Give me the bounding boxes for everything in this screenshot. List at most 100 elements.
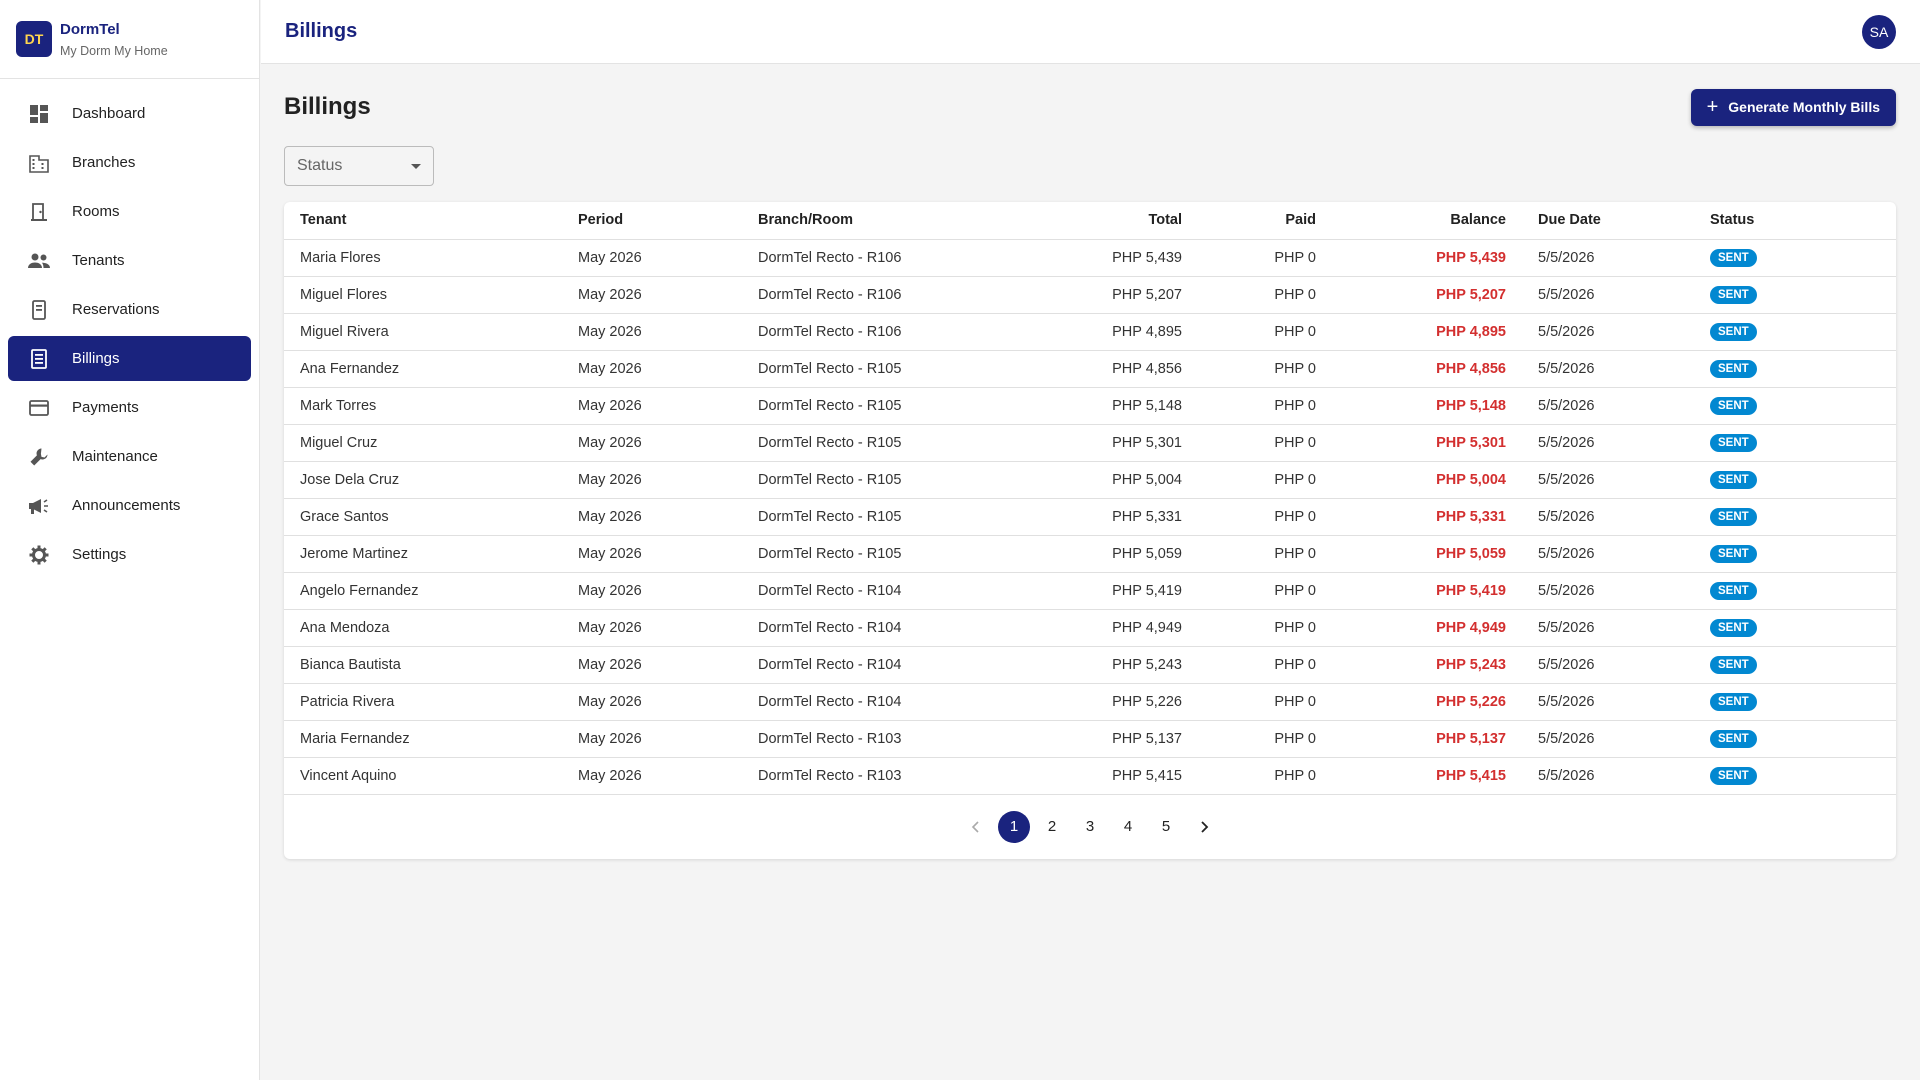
sidebar-item-announcements[interactable]: Announcements: [8, 483, 251, 528]
page-header: Billings + Generate Monthly Bills: [284, 88, 1896, 126]
table-cell: PHP 0: [1198, 461, 1332, 499]
table-cell: DormTel Recto - R105: [742, 424, 998, 462]
table-row[interactable]: Jose Dela Cruz May 2026 DormTel Recto - R1…: [284, 461, 1896, 499]
table-cell: PHP 5,059: [1332, 535, 1522, 573]
table-cell: May 2026: [562, 313, 742, 351]
sidebar: DT DormTel My Dorm My Home Dashboard Bran…: [0, 0, 260, 1080]
page-button-2[interactable]: 2: [1036, 811, 1068, 843]
status-badge: SENT: [1710, 359, 1757, 378]
sidebar-item-tenants[interactable]: Tenants: [8, 238, 251, 283]
topbar: Billings SA: [261, 0, 1920, 64]
column-header-due-date[interactable]: Due Date: [1522, 202, 1694, 240]
brand-name: DormTel: [60, 20, 120, 38]
table-cell: PHP 0: [1198, 646, 1332, 684]
table-cell: 5/5/2026: [1522, 720, 1694, 758]
chevron-right-icon[interactable]: [1188, 811, 1220, 843]
table-row[interactable]: Grace Santos May 2026 DormTel Recto - R105…: [284, 498, 1896, 536]
table-cell: May 2026: [562, 239, 742, 277]
column-header-period[interactable]: Period: [562, 202, 742, 240]
column-header-status[interactable]: Status: [1694, 202, 1896, 240]
table-row[interactable]: Miguel Rivera May 2026 DormTel Recto - R10…: [284, 313, 1896, 351]
table-cell: 5/5/2026: [1522, 535, 1694, 573]
table-cell: PHP 5,148: [998, 387, 1198, 425]
table-cell: 5/5/2026: [1522, 572, 1694, 610]
people-icon: [28, 250, 50, 272]
sidebar-item-label: Settings: [72, 546, 127, 563]
table-cell: Angelo Fernandez: [284, 572, 562, 610]
table-cell: DormTel Recto - R104: [742, 609, 998, 647]
megaphone-icon: [28, 495, 50, 517]
table-cell: Miguel Cruz: [284, 424, 562, 462]
sidebar-item-label: Rooms: [72, 203, 120, 220]
sidebar-item-maintenance[interactable]: Maintenance: [8, 434, 251, 479]
table-header-row: Tenant Period Branch/Room Total Paid Balance D…: [284, 202, 1896, 240]
table-cell: SENT: [1694, 276, 1896, 314]
table-cell: SENT: [1694, 757, 1896, 795]
sidebar-nav: Dashboard Branches Rooms Tenants Reservation…: [0, 79, 259, 577]
table-cell: PHP 4,856: [1332, 350, 1522, 388]
table-cell: PHP 0: [1198, 350, 1332, 388]
table-cell: PHP 0: [1198, 720, 1332, 758]
table-cell: 5/5/2026: [1522, 646, 1694, 684]
generate-monthly-bills-button[interactable]: + Generate Monthly Bills: [1690, 88, 1896, 126]
pagination: 12345: [284, 795, 1896, 859]
table-cell: 5/5/2026: [1522, 276, 1694, 314]
table-cell: PHP 5,148: [1332, 387, 1522, 425]
page-button-1[interactable]: 1: [998, 810, 1030, 843]
status-badge: SENT: [1710, 248, 1757, 267]
table-row[interactable]: Maria Flores May 2026 DormTel Recto - R106…: [284, 239, 1896, 277]
status-badge: SENT: [1710, 507, 1757, 526]
table-cell: PHP 5,137: [1332, 720, 1522, 758]
table-row[interactable]: Miguel Flores May 2026 DormTel Recto - R10…: [284, 276, 1896, 314]
sidebar-item-payments[interactable]: Payments: [8, 385, 251, 430]
avatar[interactable]: SA: [1862, 14, 1896, 49]
sidebar-item-billings[interactable]: Billings: [8, 336, 251, 381]
table-cell: SENT: [1694, 461, 1896, 499]
table-cell: PHP 5,137: [998, 720, 1198, 758]
dashboard-icon: [28, 103, 50, 125]
table-cell: DormTel Recto - R105: [742, 498, 998, 536]
column-header-branch-room[interactable]: Branch/Room: [742, 202, 998, 240]
table-cell: 5/5/2026: [1522, 461, 1694, 499]
sidebar-item-reservations[interactable]: Reservations: [8, 287, 251, 332]
sidebar-item-settings[interactable]: Settings: [8, 532, 251, 577]
table-row[interactable]: Angelo Fernandez May 2026 DormTel Recto - …: [284, 572, 1896, 610]
sidebar-item-dashboard[interactable]: Dashboard: [8, 91, 251, 136]
page-button-4[interactable]: 4: [1112, 811, 1144, 843]
page-button-3[interactable]: 3: [1074, 811, 1106, 843]
table-cell: PHP 5,226: [998, 683, 1198, 721]
table-row[interactable]: Jerome Martinez May 2026 DormTel Recto - R…: [284, 535, 1896, 573]
sidebar-item-rooms[interactable]: Rooms: [8, 189, 251, 234]
table-cell: SENT: [1694, 535, 1896, 573]
table-row[interactable]: Bianca Bautista May 2026 DormTel Recto - R…: [284, 646, 1896, 684]
page-button-5[interactable]: 5: [1150, 811, 1182, 843]
column-header-total[interactable]: Total: [998, 202, 1198, 240]
column-header-paid[interactable]: Paid: [1198, 202, 1332, 240]
table-cell: PHP 5,439: [998, 239, 1198, 277]
table-row[interactable]: Vincent Aquino May 2026 DormTel Recto - R1…: [284, 757, 1896, 795]
sidebar-item-label: Tenants: [72, 252, 125, 269]
sidebar-item-branches[interactable]: Branches: [8, 140, 251, 185]
table-cell: PHP 5,004: [1332, 461, 1522, 499]
table-row[interactable]: Mark Torres May 2026 DormTel Recto - R105 P…: [284, 387, 1896, 425]
table-cell: PHP 5,419: [998, 572, 1198, 610]
receipt-icon: [28, 348, 50, 370]
table-cell: 5/5/2026: [1522, 313, 1694, 351]
table-row[interactable]: Patricia Rivera May 2026 DormTel Recto - R…: [284, 683, 1896, 721]
table-cell: May 2026: [562, 498, 742, 536]
column-header-tenant[interactable]: Tenant: [284, 202, 562, 240]
table-row[interactable]: Ana Mendoza May 2026 DormTel Recto - R104 P…: [284, 609, 1896, 647]
brand[interactable]: DT DormTel My Dorm My Home: [0, 0, 259, 79]
status-filter-select[interactable]: Status: [284, 146, 434, 186]
table-cell: Ana Mendoza: [284, 609, 562, 647]
table-cell: Mark Torres: [284, 387, 562, 425]
table-cell: Jerome Martinez: [284, 535, 562, 573]
table-cell: May 2026: [562, 609, 742, 647]
column-header-balance[interactable]: Balance: [1332, 202, 1522, 240]
table-cell: 5/5/2026: [1522, 609, 1694, 647]
table-row[interactable]: Maria Fernandez May 2026 DormTel Recto - R…: [284, 720, 1896, 758]
chevron-left-icon[interactable]: [960, 811, 992, 843]
table-row[interactable]: Miguel Cruz May 2026 DormTel Recto - R105 P…: [284, 424, 1896, 462]
table-cell: Maria Fernandez: [284, 720, 562, 758]
table-row[interactable]: Ana Fernandez May 2026 DormTel Recto - R10…: [284, 350, 1896, 388]
